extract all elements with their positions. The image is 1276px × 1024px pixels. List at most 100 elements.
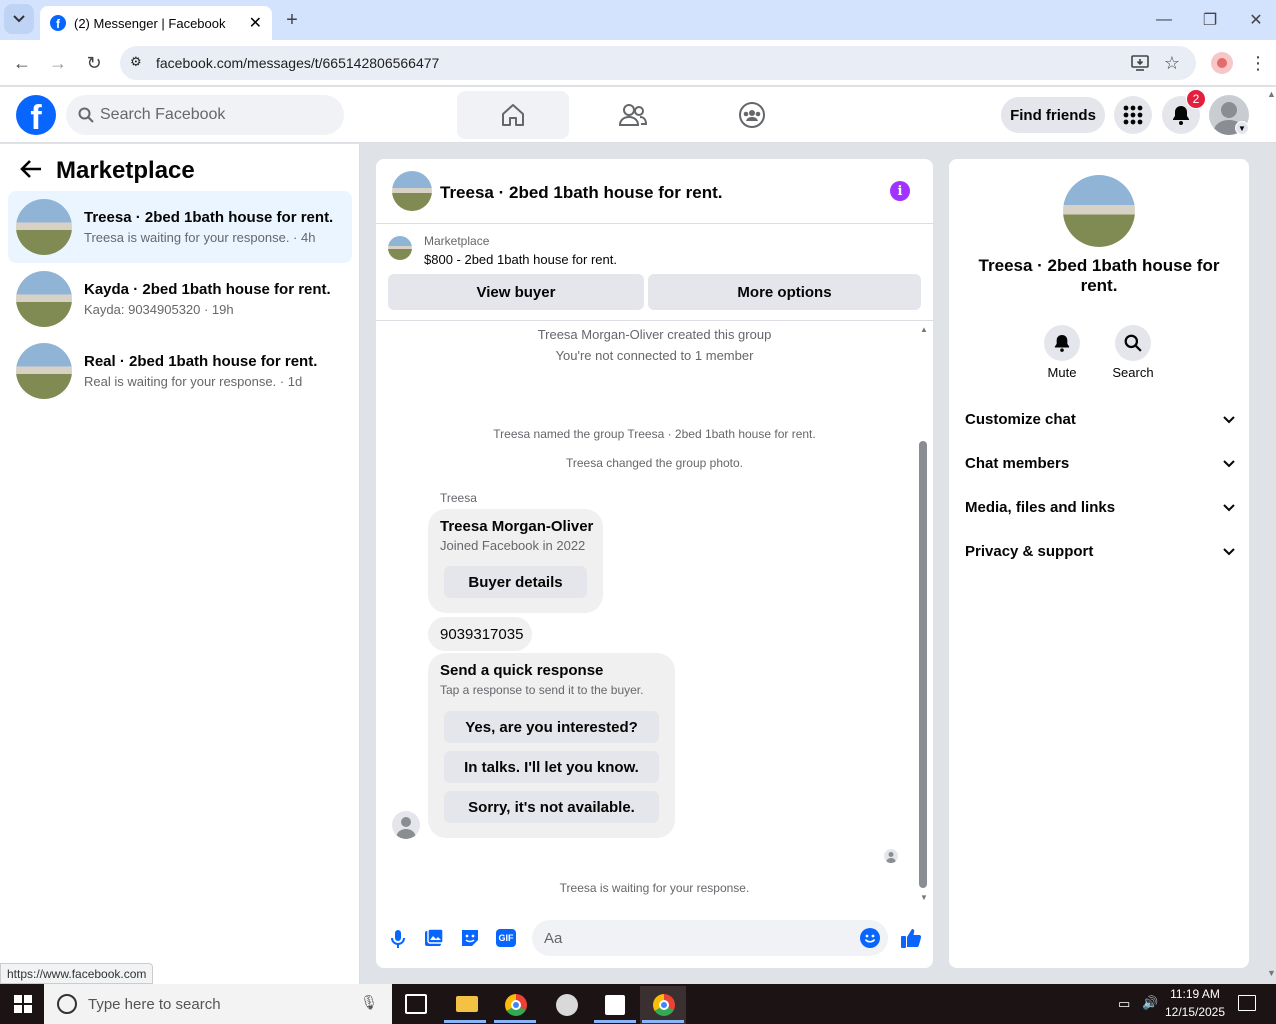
sender-name: Treesa bbox=[440, 491, 477, 505]
menu-grid-button[interactable] bbox=[1114, 96, 1152, 134]
buyer-details-button[interactable]: Buyer details bbox=[444, 566, 587, 598]
chat-avatar[interactable] bbox=[392, 171, 432, 211]
customize-chat-section[interactable]: Customize chat bbox=[965, 411, 1235, 428]
microphone-icon[interactable] bbox=[390, 929, 406, 954]
bell-icon bbox=[1173, 106, 1189, 125]
listing-price: $800 - 2bed 1bath house for rent. bbox=[424, 252, 617, 267]
conversation-item[interactable]: Kayda · 2bed 1bath house for rent. Kayda… bbox=[8, 263, 352, 335]
account-chevron-icon[interactable]: ▼ bbox=[1235, 121, 1249, 135]
taskbar-search-input[interactable]: Type here to search 🎙 bbox=[44, 984, 392, 1024]
bell-icon bbox=[1054, 335, 1070, 352]
listing-thumbnail bbox=[16, 199, 72, 255]
conversation-title: Treesa · 2bed 1bath house for rent. bbox=[84, 209, 334, 226]
quick-response-button[interactable]: In talks. I'll let you know. bbox=[444, 751, 659, 783]
privacy-support-section[interactable]: Privacy & support bbox=[965, 543, 1235, 560]
install-app-icon[interactable] bbox=[1124, 47, 1156, 79]
sender-avatar[interactable] bbox=[392, 811, 420, 839]
conversation-item[interactable]: Real · 2bed 1bath house for rent. Real i… bbox=[8, 335, 352, 407]
microphone-icon[interactable]: 🎙 bbox=[360, 994, 378, 1011]
scroll-up-icon[interactable]: ▲ bbox=[1267, 89, 1276, 99]
emoji-icon[interactable] bbox=[860, 928, 880, 948]
chat-members-section[interactable]: Chat members bbox=[965, 455, 1235, 472]
friends-tab[interactable] bbox=[577, 91, 689, 139]
sticky-notes-icon[interactable] bbox=[605, 995, 625, 1015]
facebook-search-input[interactable]: Search Facebook bbox=[66, 95, 344, 135]
info-icon[interactable]: i bbox=[890, 181, 910, 201]
waiting-status: Treesa is waiting for your response. bbox=[559, 881, 750, 895]
notification-badge: 2 bbox=[1186, 89, 1206, 109]
buyer-joined: Joined Facebook in 2022 bbox=[440, 538, 586, 553]
phone-message: 9039317035 bbox=[428, 617, 532, 651]
minimize-icon[interactable]: — bbox=[1148, 4, 1180, 36]
tab-close-icon[interactable]: ✕ bbox=[249, 13, 262, 33]
conversation-subtitle: Real is waiting for your response. · 1d bbox=[84, 374, 303, 389]
chat-title[interactable]: Treesa · 2bed 1bath house for rent. bbox=[440, 183, 722, 203]
message-input[interactable]: Aa bbox=[532, 920, 888, 956]
search-chat-button[interactable] bbox=[1115, 325, 1151, 361]
reload-icon[interactable]: ↻ bbox=[78, 47, 110, 79]
chrome-active-icon[interactable] bbox=[653, 994, 675, 1016]
system-message: Treesa changed the group photo. bbox=[565, 456, 744, 470]
like-thumb-icon[interactable] bbox=[900, 927, 922, 954]
profile-avatar-icon[interactable] bbox=[1211, 52, 1233, 74]
network-icon[interactable]: ▭ bbox=[1118, 996, 1130, 1012]
scroll-up-icon[interactable]: ▲ bbox=[920, 325, 928, 334]
conversation-item[interactable]: Treesa · 2bed 1bath house for rent. Tree… bbox=[8, 191, 352, 263]
friends-icon bbox=[619, 104, 647, 126]
gif-icon[interactable]: GIF bbox=[496, 929, 516, 947]
media-files-links-section[interactable]: Media, files and links bbox=[965, 499, 1235, 516]
read-receipt-icon bbox=[884, 849, 898, 863]
clock-time[interactable]: 11:19 AM bbox=[1164, 987, 1226, 1001]
new-tab-icon[interactable]: + bbox=[276, 4, 308, 36]
facebook-logo-icon[interactable]: f bbox=[16, 95, 56, 135]
chat-scrollbar[interactable] bbox=[919, 441, 927, 888]
facebook-favicon-icon: f bbox=[50, 15, 66, 31]
taskbar-search-placeholder: Type here to search bbox=[88, 995, 221, 1013]
back-arrow-icon[interactable] bbox=[20, 158, 42, 186]
task-view-icon[interactable] bbox=[405, 994, 427, 1014]
system-message: Treesa Morgan-Oliver created this group bbox=[537, 327, 772, 342]
photo-icon[interactable] bbox=[424, 928, 444, 953]
clock-date[interactable]: 12/15/2025 bbox=[1164, 1005, 1226, 1019]
bookmark-star-icon[interactable]: ☆ bbox=[1156, 47, 1188, 79]
more-options-button[interactable]: More options bbox=[648, 274, 921, 310]
home-icon bbox=[502, 104, 524, 126]
address-bar[interactable]: ⚙ facebook.com/messages/t/66514280656647… bbox=[120, 46, 1196, 80]
mute-button[interactable] bbox=[1044, 325, 1080, 361]
chevron-down-icon bbox=[1223, 543, 1235, 560]
find-friends-button[interactable]: Find friends bbox=[1001, 97, 1105, 133]
window-close-icon[interactable]: ✕ bbox=[1240, 4, 1272, 36]
view-buyer-button[interactable]: View buyer bbox=[388, 274, 644, 310]
chrome-menu-icon[interactable]: ⋮ bbox=[1242, 47, 1274, 79]
user-silhouette-icon bbox=[396, 817, 416, 839]
listing-thumbnail bbox=[388, 236, 412, 260]
scroll-down-icon[interactable]: ▼ bbox=[1267, 968, 1276, 978]
tab-list-icon[interactable] bbox=[4, 4, 34, 34]
groups-tab[interactable] bbox=[696, 91, 808, 139]
site-info-icon[interactable]: ⚙ bbox=[130, 54, 142, 70]
panel-title: Marketplace bbox=[56, 157, 195, 184]
action-center-icon[interactable] bbox=[1238, 995, 1256, 1011]
quick-response-button[interactable]: Sorry, it's not available. bbox=[444, 791, 659, 823]
conversation-subtitle: Treesa is waiting for your response. · 4… bbox=[84, 230, 316, 245]
restore-icon[interactable]: ❐ bbox=[1194, 4, 1226, 36]
search-placeholder: Search Facebook bbox=[100, 106, 226, 123]
group-photo[interactable] bbox=[1063, 175, 1135, 247]
file-explorer-icon[interactable] bbox=[456, 996, 478, 1012]
chat-details-panel: Treesa · 2bed 1bath house for rent. Mute… bbox=[949, 159, 1249, 968]
browser-tab[interactable]: f (2) Messenger | Facebook ✕ bbox=[40, 6, 272, 40]
home-tab[interactable] bbox=[457, 91, 569, 139]
sticker-icon[interactable] bbox=[460, 928, 480, 953]
volume-icon[interactable]: 🔊 bbox=[1142, 995, 1158, 1011]
quick-response-button[interactable]: Yes, are you interested? bbox=[444, 711, 659, 743]
system-message: Treesa named the group Treesa · 2bed 1ba… bbox=[493, 427, 816, 441]
scroll-down-icon[interactable]: ▼ bbox=[920, 893, 928, 902]
chevron-down-icon bbox=[1223, 455, 1235, 472]
chevron-down-icon bbox=[1223, 411, 1235, 428]
back-icon[interactable]: ← bbox=[6, 47, 38, 79]
chrome-icon[interactable] bbox=[505, 994, 527, 1016]
paint-icon[interactable] bbox=[556, 994, 578, 1016]
forward-icon[interactable]: → bbox=[42, 47, 74, 79]
conversation-title: Real · 2bed 1bath house for rent. bbox=[84, 353, 318, 370]
windows-start-icon[interactable] bbox=[14, 995, 32, 1018]
